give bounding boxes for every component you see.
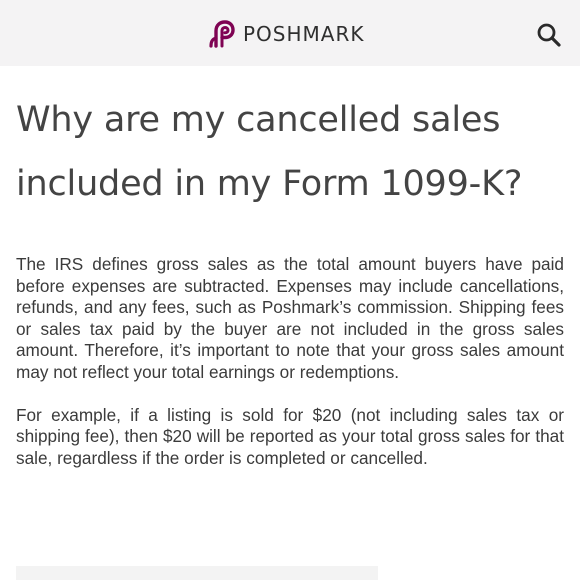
article-paragraph: The IRS defines gross sales as the total… [16, 254, 564, 382]
poshmark-logo-icon [209, 20, 235, 48]
top-nav-bar: POSHMARK [0, 0, 580, 66]
article-content: Why are my cancelled sales included in m… [16, 88, 564, 469]
search-icon [537, 23, 561, 47]
article-paragraph: For example, if a listing is sold for $2… [16, 404, 564, 468]
next-section-placeholder [16, 566, 378, 580]
article-title: Why are my cancelled sales included in m… [16, 100, 523, 204]
search-button[interactable] [536, 22, 562, 48]
brand-name: POSHMARK [243, 22, 365, 46]
brand-home-link[interactable]: POSHMARK [207, 19, 365, 49]
